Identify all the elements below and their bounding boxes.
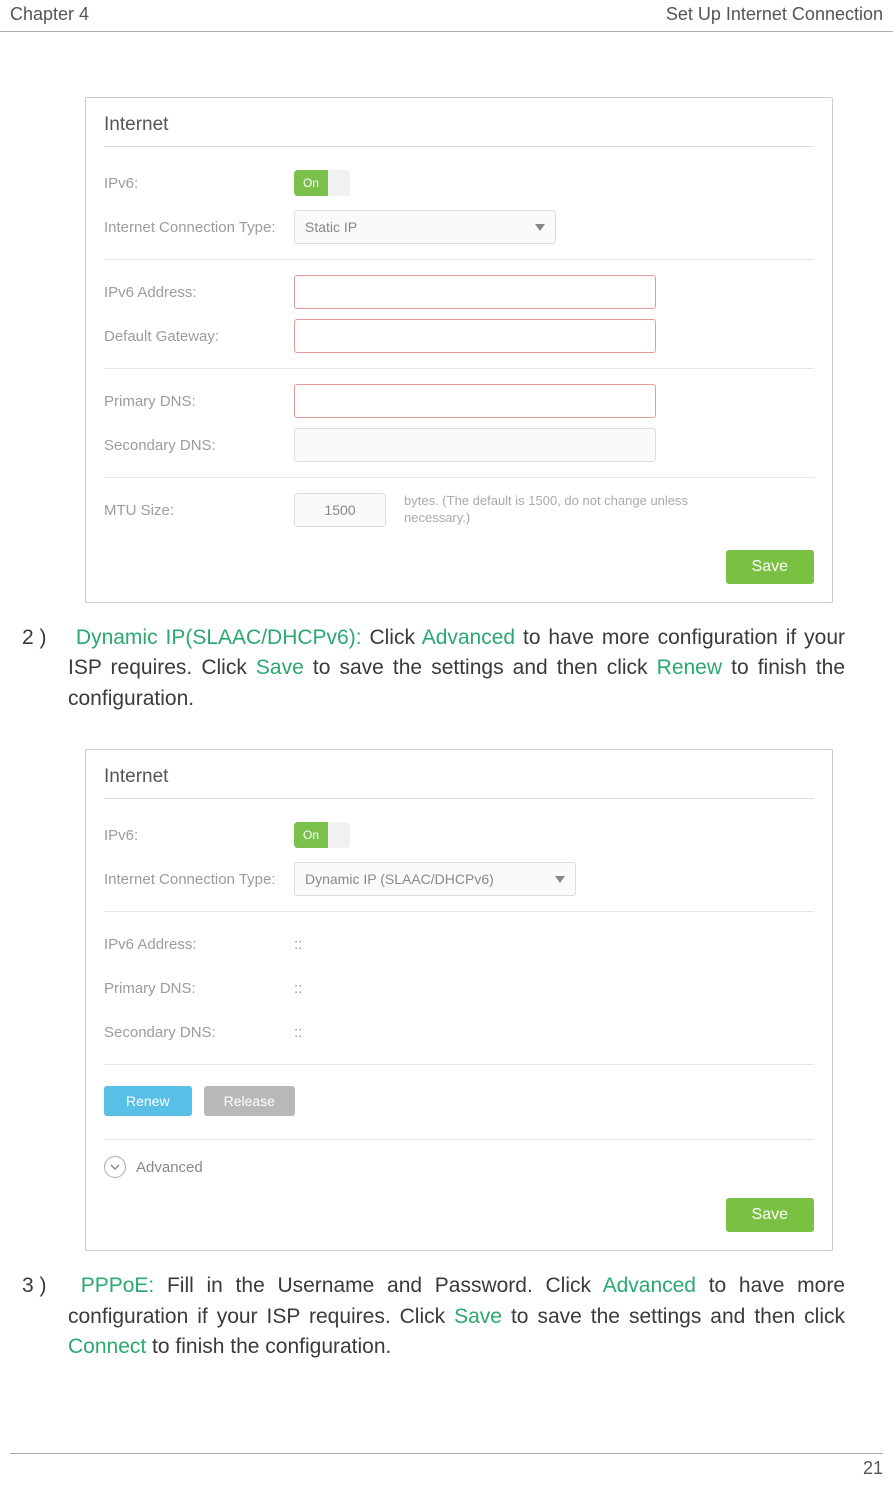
divider <box>104 911 814 912</box>
advanced-toggle[interactable]: Advanced <box>104 1150 814 1180</box>
secondary-dns-value: :: <box>294 1024 302 1041</box>
divider <box>104 1139 814 1140</box>
chapter-label: Chapter 4 <box>10 4 89 25</box>
divider <box>104 146 814 147</box>
ipv6-label: IPv6: <box>104 827 294 844</box>
chevron-down-icon <box>555 876 565 883</box>
ipv6-address-input[interactable] <box>294 275 656 309</box>
divider <box>104 798 814 799</box>
mtu-label: MTU Size: <box>104 502 294 519</box>
panel-title: Internet <box>104 760 814 798</box>
mtu-note: bytes. (The default is 1500, do not chan… <box>404 493 724 527</box>
primary-dns-input[interactable] <box>294 384 656 418</box>
advanced-label: Advanced <box>136 1159 203 1176</box>
divider <box>104 477 814 478</box>
ipv6-address-label: IPv6 Address: <box>104 284 294 301</box>
conn-type-label: Internet Connection Type: <box>104 871 294 888</box>
dynamic-ip-lead: Dynamic IP(SLAAC/DHCPv6): <box>76 626 362 649</box>
mtu-input[interactable]: 1500 <box>294 493 386 527</box>
conn-type-value: Dynamic IP (SLAAC/DHCPv6) <box>305 871 494 887</box>
conn-type-label: Internet Connection Type: <box>104 219 294 236</box>
connect-text: Connect <box>68 1335 146 1358</box>
toggle-knob <box>328 170 350 196</box>
toggle-on-text: On <box>294 170 328 196</box>
save-button[interactable]: Save <box>726 1198 814 1232</box>
gateway-label: Default Gateway: <box>104 328 294 345</box>
text: to finish the configuration. <box>146 1335 391 1358</box>
ipv6-address-value: :: <box>294 936 302 953</box>
divider <box>104 368 814 369</box>
primary-dns-label: Primary DNS: <box>104 980 294 997</box>
page-number: 21 <box>10 1453 883 1479</box>
step-3-text: 3 ) PPPoE: Fill in the Username and Pass… <box>68 1271 845 1362</box>
page-title: Set Up Internet Connection <box>666 4 883 25</box>
primary-dns-label: Primary DNS: <box>104 393 294 410</box>
ipv6-toggle[interactable]: On <box>294 822 350 848</box>
conn-type-select[interactable]: Dynamic IP (SLAAC/DHCPv6) <box>294 862 576 896</box>
chevron-down-icon <box>104 1156 126 1178</box>
step-number: 3 ) <box>22 1271 68 1301</box>
internet-panel-static: Internet IPv6: On Internet Connection Ty… <box>85 97 833 603</box>
text: to save the settings and then click <box>502 1305 845 1328</box>
text: Click <box>362 626 422 649</box>
divider <box>104 259 814 260</box>
save-button[interactable]: Save <box>726 550 814 584</box>
ipv6-toggle[interactable]: On <box>294 170 350 196</box>
conn-type-select[interactable]: Static IP <box>294 210 556 244</box>
toggle-knob <box>328 822 350 848</box>
chevron-down-icon <box>535 224 545 231</box>
internet-panel-dynamic: Internet IPv6: On Internet Connection Ty… <box>85 749 833 1251</box>
ipv6-address-label: IPv6 Address: <box>104 936 294 953</box>
text: Fill in the Username and Password. Click <box>154 1274 602 1297</box>
ipv6-label: IPv6: <box>104 175 294 192</box>
step-2-text: 2 ) Dynamic IP(SLAAC/DHCPv6): Click Adva… <box>68 623 845 714</box>
step-number: 2 ) <box>22 623 68 653</box>
release-button[interactable]: Release <box>204 1086 295 1116</box>
secondary-dns-input[interactable] <box>294 428 656 462</box>
text: to save the settings and then click <box>304 656 657 679</box>
panel-title: Internet <box>104 108 814 146</box>
renew-button[interactable]: Renew <box>104 1086 192 1116</box>
save-text: Save <box>454 1305 502 1328</box>
gateway-input[interactable] <box>294 319 656 353</box>
secondary-dns-label: Secondary DNS: <box>104 1024 294 1041</box>
advanced-text: Advanced <box>422 626 515 649</box>
conn-type-value: Static IP <box>305 219 357 235</box>
secondary-dns-label: Secondary DNS: <box>104 437 294 454</box>
save-text: Save <box>256 656 304 679</box>
renew-text: Renew <box>657 656 722 679</box>
pppoe-lead: PPPoE: <box>81 1274 155 1297</box>
toggle-on-text: On <box>294 822 328 848</box>
divider <box>104 1064 814 1065</box>
advanced-text: Advanced <box>603 1274 696 1297</box>
primary-dns-value: :: <box>294 980 302 997</box>
